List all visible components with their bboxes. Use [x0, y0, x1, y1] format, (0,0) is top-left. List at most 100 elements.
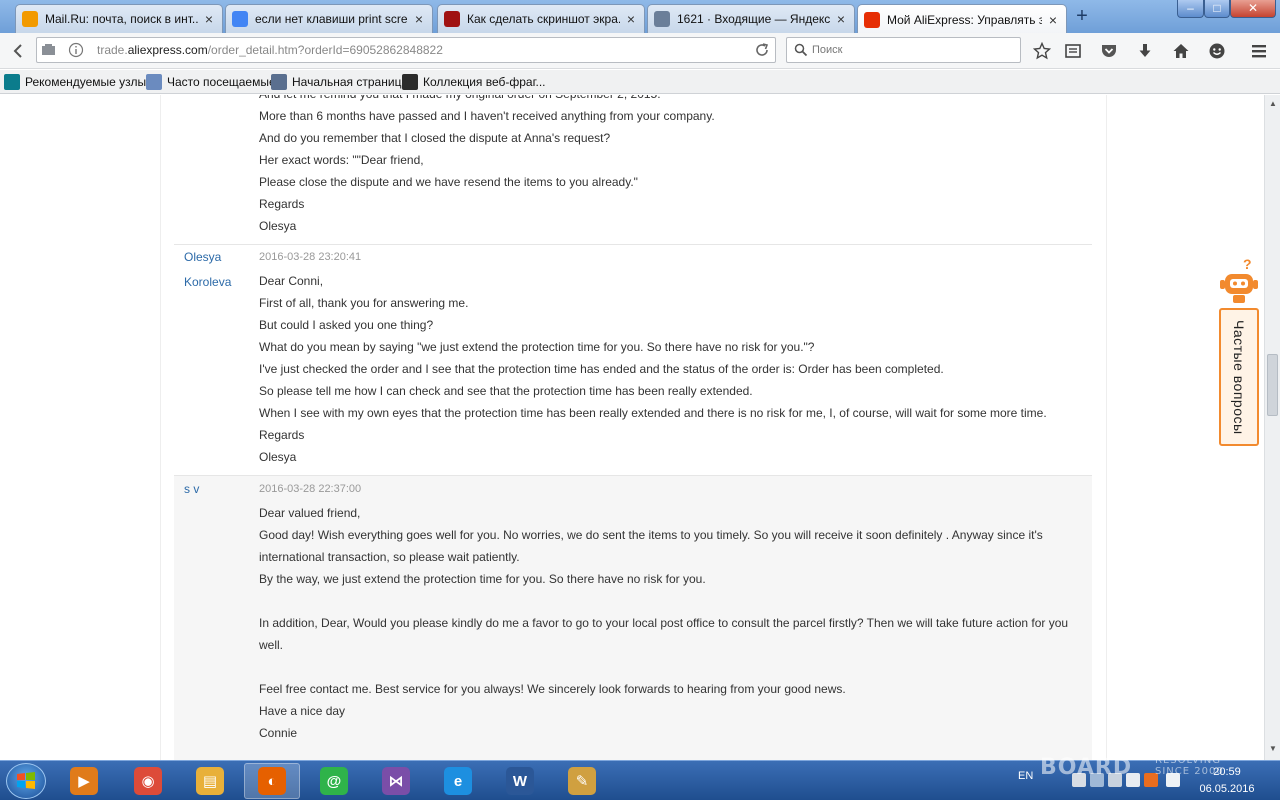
- address-bar[interactable]: trade.aliexpress.com/order_detail.htm?or…: [36, 37, 776, 63]
- aliexpress-icon: [864, 11, 880, 28]
- bing-icon: [4, 74, 20, 90]
- faq-tab-button[interactable]: Частые вопросы: [1219, 308, 1259, 446]
- language-indicator[interactable]: EN: [1018, 770, 1033, 782]
- identity-box-icon[interactable]: [39, 39, 61, 61]
- menu-hamburger-icon[interactable]: [1248, 40, 1270, 62]
- download-icon[interactable]: [1134, 40, 1156, 62]
- taskbar-button[interactable]: ⋈: [368, 763, 424, 799]
- browser-tab[interactable]: Mail.Ru: почта, поиск в инт... ×: [15, 4, 223, 33]
- message-separator: [174, 475, 1092, 476]
- info-icon[interactable]: [65, 39, 87, 61]
- message-line: But could I asked you one thing?: [259, 318, 434, 332]
- mailru-at-icon: [22, 11, 38, 27]
- bookmarks-toolbar: Рекомендуемые узлы Часто посещаемые Началь…: [0, 70, 1280, 94]
- tab-close-icon[interactable]: ×: [624, 11, 638, 27]
- taskbar-button[interactable]: ▤: [182, 763, 238, 799]
- clock-date: 06.05.2016: [1199, 783, 1255, 795]
- tab-close-icon[interactable]: ×: [834, 11, 848, 27]
- vertical-scrollbar[interactable]: ▲ ▼: [1264, 95, 1280, 760]
- chrome-icon: ◉: [134, 767, 162, 795]
- scroll-up-arrow-icon[interactable]: ▲: [1267, 98, 1279, 110]
- maximize-button[interactable]: □: [1204, 0, 1230, 18]
- paint-icon: ✎: [568, 767, 596, 795]
- bookmark-item[interactable]: Коллекция веб-фраг...: [402, 74, 546, 90]
- taskbar-button[interactable]: e: [430, 763, 486, 799]
- taskbar-button[interactable]: ◉: [120, 763, 176, 799]
- message-line: So please tell me how I can check and se…: [259, 384, 753, 398]
- message-line: Good day! Wish everything goes well for …: [259, 528, 1043, 542]
- bookmark-item[interactable]: Рекомендуемые узлы: [4, 74, 146, 90]
- dispute-message-thread: And let me remind you that I made my ori…: [160, 95, 1107, 760]
- scroll-down-arrow-icon[interactable]: ▼: [1267, 743, 1279, 755]
- webslice-icon: [402, 74, 418, 90]
- pocket-icon[interactable]: [1098, 40, 1120, 62]
- back-arrow-icon[interactable]: [8, 40, 30, 62]
- word-icon: W: [506, 767, 534, 795]
- bookmark-label: Начальная страница: [292, 75, 409, 89]
- message-author[interactable]: Olesya Koroleva: [184, 245, 254, 295]
- message-line: Her exact words: ""Dear friend,: [259, 153, 424, 167]
- scrollbar-thumb[interactable]: [1267, 354, 1278, 416]
- message-body: Dear valued friend, Good day! Wish everyt…: [259, 502, 1068, 744]
- bookmark-label: Рекомендуемые узлы: [25, 75, 147, 89]
- search-bar[interactable]: Поиск: [786, 37, 1021, 63]
- bookmark-label: Коллекция веб-фраг...: [423, 75, 546, 89]
- hello-chat-icon[interactable]: [1206, 40, 1228, 62]
- tab-close-icon[interactable]: ×: [202, 11, 216, 27]
- bookmark-star-icon[interactable]: [1031, 40, 1053, 62]
- new-tab-button[interactable]: +: [1070, 5, 1094, 29]
- taskbar-button[interactable]: W: [492, 763, 548, 799]
- folder-icon: [146, 74, 162, 90]
- faq-tab-label: Частые вопросы: [1231, 319, 1247, 435]
- browser-tab[interactable]: Мой AliExpress: Управлять з... ×: [857, 4, 1067, 34]
- bookmark-label: Часто посещаемые: [167, 75, 276, 89]
- message-line: And let me remind you that I made my ori…: [259, 95, 715, 105]
- mail-agent-icon: @: [320, 767, 348, 795]
- message-line: More than 6 months have passed and I hav…: [259, 109, 715, 123]
- home-icon[interactable]: [1170, 40, 1192, 62]
- url-text[interactable]: trade.aliexpress.com/order_detail.htm?or…: [97, 43, 443, 57]
- tab-close-icon[interactable]: ×: [412, 11, 426, 27]
- taskbar-button[interactable]: ▶: [56, 763, 112, 799]
- close-window-button[interactable]: ✕: [1230, 0, 1276, 18]
- file-explorer-icon: ▤: [196, 767, 224, 795]
- watermark-text: BOARD: [1040, 755, 1133, 780]
- reload-icon[interactable]: [751, 39, 773, 61]
- visual-studio-icon: ⋈: [382, 767, 410, 795]
- message-line: Dear valued friend,: [259, 506, 361, 520]
- message-line: Regards: [259, 197, 305, 211]
- robot-helper-icon[interactable]: ?: [1217, 256, 1261, 306]
- search-placeholder: Поиск: [812, 44, 843, 56]
- message-line: [259, 590, 1068, 612]
- tab-close-icon[interactable]: ×: [1046, 12, 1060, 28]
- message-line: Regards: [259, 428, 305, 442]
- bookmark-item[interactable]: Начальная страница: [271, 74, 408, 90]
- message-author[interactable]: s v: [184, 477, 254, 502]
- reading-list-icon[interactable]: [1062, 40, 1084, 62]
- message-line: Olesya: [259, 450, 297, 464]
- minimize-button[interactable]: –: [1177, 0, 1204, 18]
- browser-tab[interactable]: Как сделать скриншот экра... ×: [437, 4, 645, 33]
- message-line: I've just checked the order and I see th…: [259, 362, 944, 376]
- bookmark-item[interactable]: Часто посещаемые: [146, 74, 276, 90]
- taskbar-button[interactable]: ◐: [244, 763, 300, 799]
- browser-tab-strip: Mail.Ru: почта, поиск в инт... × если нет …: [0, 0, 1280, 34]
- firefox-icon: ◐: [258, 767, 286, 795]
- google-g-icon: [232, 11, 248, 27]
- taskbar-button[interactable]: @: [306, 763, 362, 799]
- tab-title: Как сделать скриншот экра...: [467, 12, 620, 26]
- tab-title: Мой AliExpress: Управлять з...: [887, 12, 1042, 27]
- message-line: When I see with my own eyes that the pro…: [259, 406, 1047, 420]
- watermark-logo: BOARD RESOLVING SINCE 2000: [1040, 755, 1223, 780]
- browser-tab[interactable]: 1621 · Входящие — Яндекс... ×: [647, 4, 855, 33]
- message-line: Connie: [259, 726, 298, 740]
- tab-title: Mail.Ru: почта, поиск в инт...: [45, 12, 198, 26]
- message-line: well.: [259, 638, 284, 652]
- tab-title: если нет клавиши print scre...: [255, 12, 408, 26]
- message-line: In addition, Dear, Would you please kind…: [259, 616, 1069, 630]
- message-line: Feel free contact me. Best service for y…: [259, 682, 846, 696]
- windows-logo-icon: [17, 772, 35, 789]
- browser-tab[interactable]: если нет клавиши print scre... ×: [225, 4, 433, 33]
- taskbar-button[interactable]: ✎: [554, 763, 610, 799]
- start-button[interactable]: [6, 763, 46, 799]
